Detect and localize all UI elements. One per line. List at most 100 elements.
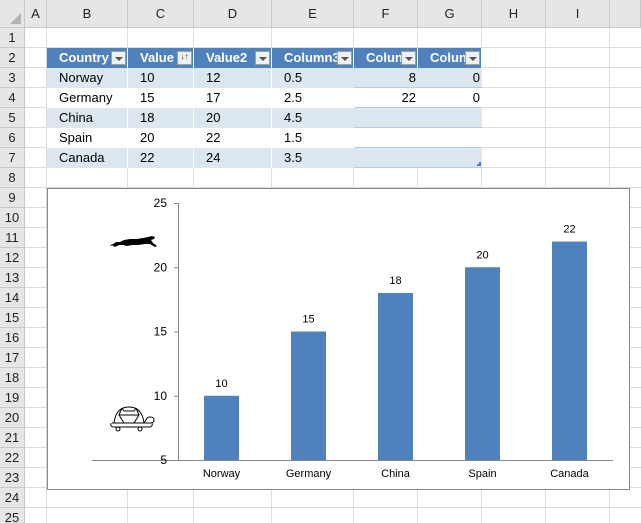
table-cell[interactable]: 2.5 xyxy=(272,88,354,108)
row-header-25[interactable]: 25 xyxy=(0,508,25,523)
filter-dropdown-button[interactable] xyxy=(337,51,352,65)
column-header-h[interactable]: H xyxy=(482,0,546,28)
x-tick-label: China xyxy=(381,468,411,480)
table-cell[interactable]: 12 xyxy=(194,68,272,88)
chart-area[interactable]: 5 10 15 20 25 Norway Germany China Spain Canada 1… xyxy=(47,188,630,490)
table-cell[interactable]: Germany xyxy=(47,88,128,108)
row-header-22[interactable]: 22 xyxy=(0,448,25,468)
y-tick-label: 15 xyxy=(154,325,168,339)
column-header-d[interactable]: D xyxy=(194,0,272,28)
table-cell[interactable]: 15 xyxy=(128,88,194,108)
sort-filter-button[interactable]: ↓↑ xyxy=(177,51,192,65)
row-header-3[interactable]: 3 xyxy=(0,68,25,88)
bar-spain xyxy=(465,267,500,460)
row-header-5[interactable]: 5 xyxy=(0,108,25,128)
row-header-9[interactable]: 9 xyxy=(0,188,25,208)
select-all-corner[interactable] xyxy=(0,0,25,28)
table-cell[interactable]: 4.5 xyxy=(272,108,354,128)
table-resize-handle[interactable] xyxy=(477,162,481,166)
x-tick-label: Germany xyxy=(286,468,332,480)
table-cell[interactable]: 0 xyxy=(418,68,482,88)
table-cell[interactable] xyxy=(354,128,418,148)
row-header-7[interactable]: 7 xyxy=(0,148,25,168)
table-cell[interactable]: 3.5 xyxy=(272,148,354,168)
filter-dropdown-button[interactable] xyxy=(465,51,480,65)
row-header-15[interactable]: 15 xyxy=(0,308,25,328)
y-tick-label: 20 xyxy=(154,260,168,274)
row-header-10[interactable]: 10 xyxy=(0,208,25,228)
select-all-triangle-icon xyxy=(10,13,21,24)
table-cell[interactable]: 17 xyxy=(194,88,272,108)
column-header-e[interactable]: E xyxy=(272,0,354,28)
table-cell[interactable]: 18 xyxy=(128,108,194,128)
table-cell[interactable] xyxy=(418,128,482,148)
table-cell[interactable]: 22 xyxy=(194,128,272,148)
column-header-i[interactable]: I xyxy=(546,0,610,28)
table-cell[interactable]: 20 xyxy=(194,108,272,128)
filter-dropdown-button[interactable] xyxy=(401,51,416,65)
bar-norway xyxy=(204,395,239,460)
x-tick-label: Spain xyxy=(468,468,496,480)
column-header-b[interactable]: B xyxy=(47,0,128,28)
row-header-13[interactable]: 13 xyxy=(0,268,25,288)
column-header-j[interactable] xyxy=(610,0,641,28)
y-tick-label: 25 xyxy=(154,196,168,210)
row-header-11[interactable]: 11 xyxy=(0,228,25,248)
filter-dropdown-button[interactable] xyxy=(111,51,126,65)
table-cell[interactable]: 0 xyxy=(418,88,482,108)
row-header-16[interactable]: 16 xyxy=(0,328,25,348)
table-cell[interactable]: 22 xyxy=(128,148,194,168)
data-label: 10 xyxy=(215,378,227,390)
column-header-c[interactable]: C xyxy=(128,0,194,28)
table-cell[interactable]: 10 xyxy=(128,68,194,88)
header-label: Value xyxy=(140,50,174,65)
data-label: 22 xyxy=(563,224,575,236)
table-cell[interactable]: Canada xyxy=(47,148,128,168)
filter-dropdown-button[interactable] xyxy=(255,51,270,65)
turtle-icon xyxy=(110,406,155,432)
row-header-1[interactable]: 1 xyxy=(0,28,25,48)
table-cell[interactable] xyxy=(354,108,418,128)
table-cell[interactable]: 20 xyxy=(128,128,194,148)
table-cell[interactable] xyxy=(418,148,482,168)
table-cell[interactable] xyxy=(354,148,418,168)
row-header-18[interactable]: 18 xyxy=(0,368,25,388)
row-header-4[interactable]: 4 xyxy=(0,88,25,108)
table-cell[interactable]: 1.5 xyxy=(272,128,354,148)
table-cell[interactable]: China xyxy=(47,108,128,128)
data-label: 20 xyxy=(476,249,488,261)
row-header-12[interactable]: 12 xyxy=(0,248,25,268)
cheetah-icon xyxy=(110,236,157,247)
table-cell[interactable]: Norway xyxy=(47,68,128,88)
row-header-20[interactable]: 20 xyxy=(0,408,25,428)
table-cell[interactable] xyxy=(418,108,482,128)
row-header-14[interactable]: 14 xyxy=(0,288,25,308)
row-header-19[interactable]: 19 xyxy=(0,388,25,408)
row-header-21[interactable]: 21 xyxy=(0,428,25,448)
row-header-24[interactable]: 24 xyxy=(0,488,25,508)
table-cell[interactable]: Spain xyxy=(47,128,128,148)
table-cell[interactable]: 24 xyxy=(194,148,272,168)
row-header-8[interactable]: 8 xyxy=(0,168,25,188)
data-label: 18 xyxy=(389,275,401,287)
header-label: Country xyxy=(59,50,109,65)
y-tick-label: 5 xyxy=(160,453,167,467)
table-cell[interactable]: 22 xyxy=(354,88,418,108)
x-tick-label: Canada xyxy=(550,468,589,480)
column-header-g[interactable]: G xyxy=(418,0,482,28)
y-tick-label: 10 xyxy=(154,389,168,403)
row-header-23[interactable]: 23 xyxy=(0,468,25,488)
x-tick-label: Norway xyxy=(203,468,241,480)
header-label: Column3 xyxy=(284,50,340,65)
header-label: Colun xyxy=(366,50,403,65)
column-header-a[interactable]: A xyxy=(25,0,47,28)
table-cell[interactable]: 0.5 xyxy=(272,68,354,88)
column-header-f[interactable]: F xyxy=(354,0,418,28)
table-cell[interactable]: 8 xyxy=(354,68,418,88)
axes: 5 10 15 20 25 Norway Germany China Spain Canada xyxy=(92,196,613,480)
row-header-6[interactable]: 6 xyxy=(0,128,25,148)
header-label: Value2 xyxy=(206,50,248,65)
bar-chart: 5 10 15 20 25 Norway Germany China Spain Canada 1… xyxy=(92,196,613,480)
row-header-2[interactable]: 2 xyxy=(0,48,25,68)
row-header-17[interactable]: 17 xyxy=(0,348,25,368)
